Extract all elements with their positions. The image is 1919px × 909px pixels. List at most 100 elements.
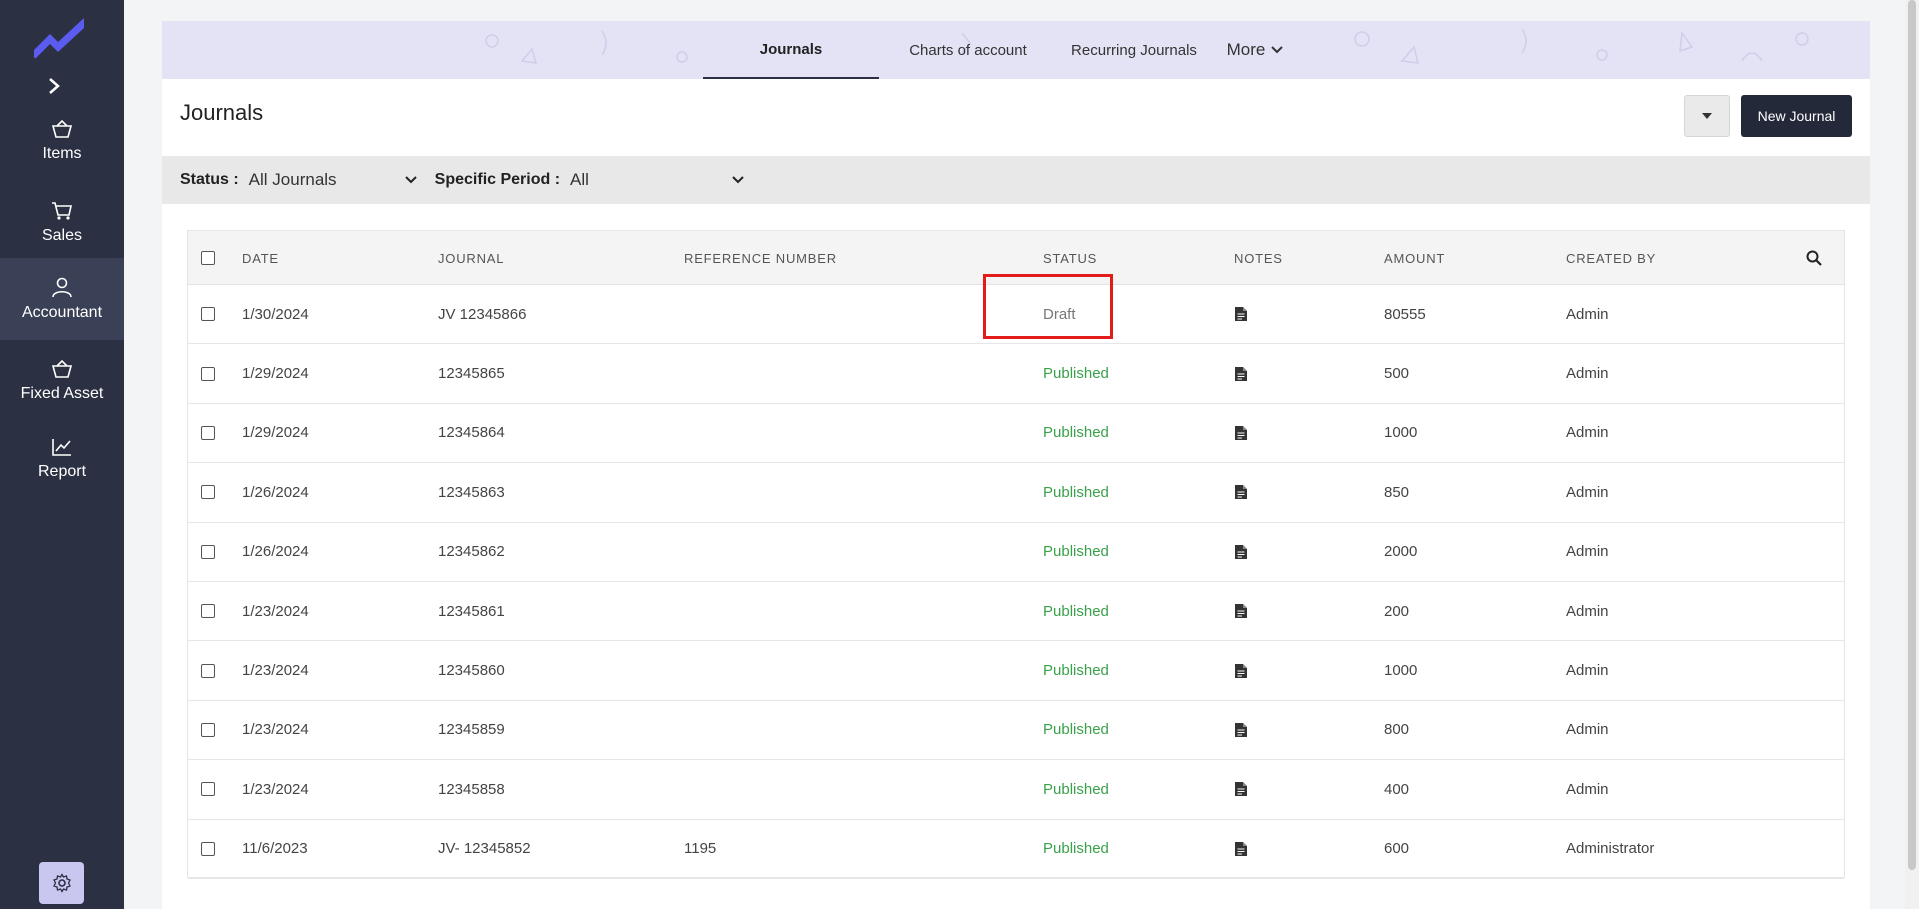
select-all-checkbox[interactable] bbox=[201, 251, 215, 265]
created-by-cell: Admin bbox=[1566, 602, 1609, 620]
notes-cell[interactable] bbox=[1234, 641, 1248, 699]
date-cell: 1/23/2024 bbox=[242, 602, 309, 620]
notes-cell[interactable] bbox=[1234, 285, 1248, 343]
amount-cell: 800 bbox=[1384, 721, 1410, 739]
options-dropdown-button[interactable] bbox=[1684, 95, 1730, 137]
column-header-reference-number[interactable]: REFERENCE NUMBER bbox=[684, 231, 837, 285]
journal-cell[interactable]: 12345863 bbox=[438, 463, 505, 521]
document-icon bbox=[1235, 841, 1247, 856]
notes-cell[interactable] bbox=[1234, 820, 1248, 878]
scrollbar-thumb[interactable] bbox=[1908, 0, 1916, 870]
tab-more[interactable]: More bbox=[1220, 21, 1290, 79]
notes-cell[interactable] bbox=[1234, 344, 1248, 402]
status-cell: Published bbox=[1043, 543, 1109, 561]
row-select-cell bbox=[201, 344, 215, 402]
document-icon bbox=[1235, 782, 1247, 797]
chevron-down-icon bbox=[732, 176, 744, 184]
notes-cell[interactable] bbox=[1234, 582, 1248, 640]
tab-label: Journals bbox=[759, 40, 823, 58]
table-row[interactable]: 11/6/2023 JV- 12345852 1195 Published 60… bbox=[188, 820, 1844, 879]
row-checkbox[interactable] bbox=[201, 782, 215, 797]
notes-cell[interactable] bbox=[1234, 523, 1248, 581]
row-checkbox[interactable] bbox=[201, 841, 215, 856]
chevron-down-icon bbox=[404, 176, 417, 184]
main-panel: Journals Charts of account Recurring Jou… bbox=[162, 21, 1870, 909]
status-cell: Published bbox=[1043, 840, 1109, 858]
row-checkbox[interactable] bbox=[201, 366, 215, 381]
select-all-cell bbox=[201, 231, 215, 285]
journal-cell[interactable]: 12345860 bbox=[438, 641, 505, 699]
sidebar-item-fixed-asset[interactable]: Fixed Asset bbox=[0, 346, 124, 416]
settings-button[interactable] bbox=[39, 862, 84, 904]
notes-cell[interactable] bbox=[1234, 404, 1248, 462]
table-row[interactable]: 1/26/2024 12345862 Published 2000 Admin bbox=[188, 523, 1844, 582]
journal-cell[interactable]: JV 12345866 bbox=[438, 285, 526, 343]
sidebar-item-items[interactable]: Items bbox=[0, 106, 124, 176]
created-by-cell: Admin bbox=[1566, 365, 1609, 383]
amount-cell: 600 bbox=[1384, 840, 1410, 858]
tab-recurring-journals[interactable]: Recurring Journals bbox=[1059, 21, 1209, 79]
new-journal-button[interactable]: New Journal bbox=[1741, 95, 1852, 137]
amount-cell: 400 bbox=[1384, 780, 1410, 798]
tab-label: Charts of account bbox=[909, 41, 1027, 59]
column-header-amount[interactable]: AMOUNT bbox=[1384, 231, 1445, 285]
journal-cell[interactable]: 12345858 bbox=[438, 760, 505, 818]
journal-cell[interactable]: 12345864 bbox=[438, 404, 505, 462]
document-icon bbox=[1235, 544, 1247, 559]
row-checkbox[interactable] bbox=[201, 663, 215, 678]
row-checkbox[interactable] bbox=[201, 722, 215, 737]
table-row[interactable]: 1/23/2024 12345861 Published 200 Admin bbox=[188, 582, 1844, 642]
amount-cell: 2000 bbox=[1384, 543, 1418, 561]
column-header-created-by[interactable]: CREATED BY bbox=[1566, 231, 1656, 285]
journal-cell[interactable]: 12345861 bbox=[438, 582, 505, 640]
date-cell: 1/26/2024 bbox=[242, 543, 309, 561]
row-checkbox[interactable] bbox=[201, 544, 215, 559]
row-checkbox[interactable] bbox=[201, 604, 215, 619]
row-checkbox[interactable] bbox=[201, 425, 215, 440]
basket-icon bbox=[51, 119, 73, 138]
table-row[interactable]: 1/23/2024 12345860 Published 1000 Admin bbox=[188, 641, 1844, 701]
status-filter-select[interactable]: All Journals bbox=[245, 170, 421, 190]
sidebar-item-label: Items bbox=[42, 145, 82, 162]
chevron-right-icon[interactable] bbox=[44, 76, 64, 96]
column-header-journal[interactable]: JOURNAL bbox=[438, 231, 504, 285]
status-cell: Published bbox=[1043, 602, 1109, 620]
sidebar-item-label: Sales bbox=[41, 227, 83, 244]
sidebar-item-accountant[interactable]: Accountant bbox=[0, 258, 124, 340]
journal-cell[interactable]: 12345862 bbox=[438, 523, 505, 581]
sidebar-item-sales[interactable]: Sales bbox=[0, 188, 124, 258]
journal-cell[interactable]: 12345865 bbox=[438, 344, 505, 402]
table-row[interactable]: 1/26/2024 12345863 Published 850 Admin bbox=[188, 463, 1844, 523]
sidebar-item-report[interactable]: Report bbox=[0, 424, 124, 494]
row-checkbox[interactable] bbox=[201, 307, 215, 322]
search-icon bbox=[1806, 250, 1822, 266]
table-row[interactable]: 1/29/2024 12345865 Published 500 Admin bbox=[188, 344, 1844, 404]
app-logo-icon[interactable] bbox=[32, 14, 88, 58]
row-checkbox[interactable] bbox=[201, 485, 215, 500]
tab-journals[interactable]: Journals bbox=[703, 21, 879, 79]
column-header-notes[interactable]: NOTES bbox=[1234, 231, 1283, 285]
journal-cell[interactable]: 12345859 bbox=[438, 701, 505, 759]
notes-cell[interactable] bbox=[1234, 701, 1248, 759]
table-row[interactable]: 1/23/2024 12345859 Published 800 Admin bbox=[188, 701, 1844, 761]
table-row[interactable]: 1/29/2024 12345864 Published 1000 Admin bbox=[188, 404, 1844, 464]
column-header-date[interactable]: DATE bbox=[242, 231, 279, 285]
amount-cell: 850 bbox=[1384, 483, 1410, 501]
amount-cell: 80555 bbox=[1384, 305, 1426, 323]
status-cell: Published bbox=[1043, 780, 1109, 798]
journal-cell[interactable]: JV- 12345852 bbox=[438, 820, 531, 878]
notes-cell[interactable] bbox=[1234, 463, 1248, 521]
document-icon bbox=[1235, 307, 1247, 322]
page-scrollbar[interactable] bbox=[1905, 0, 1919, 909]
tab-charts-of-account[interactable]: Charts of account bbox=[893, 21, 1043, 79]
notes-cell[interactable] bbox=[1234, 760, 1248, 818]
table-search-button[interactable] bbox=[1806, 231, 1822, 285]
row-select-cell bbox=[201, 404, 215, 462]
amount-cell: 1000 bbox=[1384, 424, 1418, 442]
table-row[interactable]: 1/23/2024 12345858 Published 400 Admin bbox=[188, 760, 1844, 820]
status-filter-value: All Journals bbox=[248, 170, 337, 189]
tab-label: More bbox=[1226, 40, 1266, 59]
period-filter-select[interactable]: All bbox=[566, 170, 748, 190]
created-by-cell: Admin bbox=[1566, 662, 1609, 680]
created-by-cell: Admin bbox=[1566, 543, 1609, 561]
